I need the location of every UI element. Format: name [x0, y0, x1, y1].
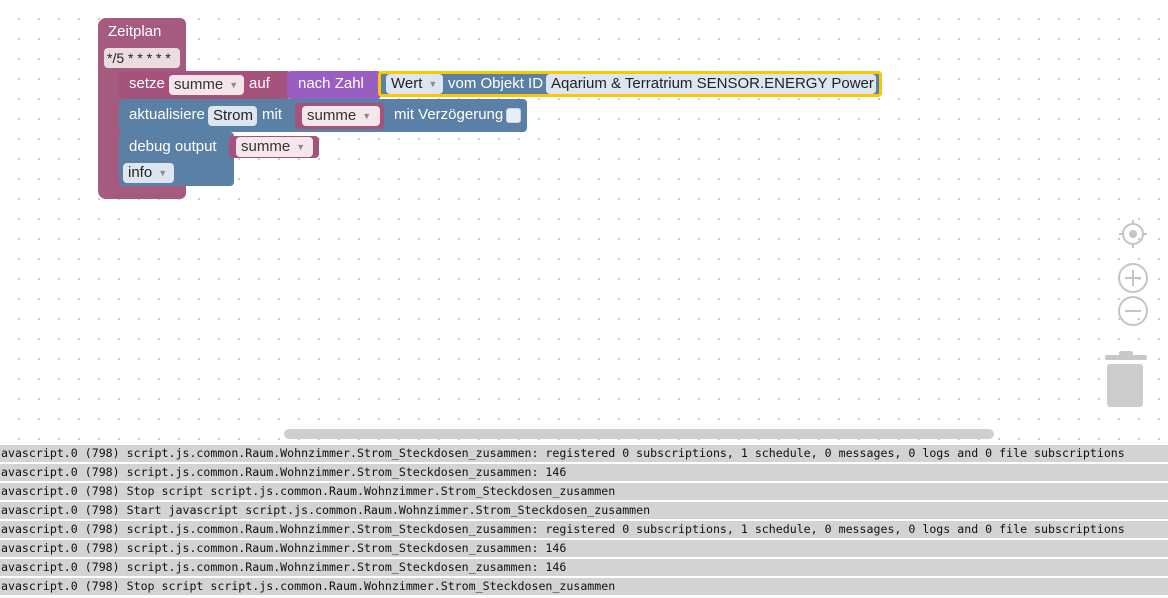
- update-variable-dropdown[interactable]: summe ▼: [302, 106, 380, 126]
- trash-icon[interactable]: [1103, 349, 1149, 409]
- log-message: javascript.0 (798) Start javascript scri…: [0, 503, 651, 517]
- log-row: javascript.0 (798) script.js.common.Raum…: [0, 559, 1168, 576]
- to-label: auf: [249, 75, 270, 92]
- chevron-down-icon: ▼: [362, 111, 372, 121]
- log-message: javascript.0 (798) script.js.common.Raum…: [0, 465, 567, 479]
- set-variable-dropdown[interactable]: summe ▼: [169, 75, 244, 95]
- log-row: javascript.0 (798) script.js.common.Raum…: [0, 445, 1168, 462]
- property-name: Wert: [391, 75, 423, 92]
- to-number-label: nach Zahl: [298, 75, 364, 92]
- log-row: javascript.0 (798) script.js.common.Raum…: [0, 464, 1168, 481]
- cron-expression-field[interactable]: */5 * * * * *: [104, 48, 180, 68]
- debug-variable-dropdown[interactable]: summe ▼: [236, 137, 313, 157]
- log-message: javascript.0 (798) script.js.common.Raum…: [0, 541, 567, 555]
- blockly-workspace[interactable]: Zeitplan */5 * * * * * setze summe ▼ auf …: [0, 0, 1168, 443]
- log-row: javascript.0 (798) Stop script script.js…: [0, 483, 1168, 500]
- with-label: mit: [262, 106, 282, 123]
- property-dropdown[interactable]: Wert ▼: [386, 74, 443, 94]
- chevron-down-icon: ▼: [296, 142, 306, 152]
- log-row: javascript.0 (798) Start javascript scri…: [0, 502, 1168, 519]
- chevron-down-icon: ▼: [428, 79, 438, 89]
- debug-label: debug output: [129, 138, 217, 155]
- set-variable-name: summe: [174, 76, 224, 93]
- delay-checkbox[interactable]: [506, 108, 521, 123]
- object-id-field[interactable]: Aqarium & Terratrium SENSOR.ENERGY Power: [546, 74, 876, 94]
- log-row: javascript.0 (798) script.js.common.Raum…: [0, 540, 1168, 557]
- log-message: javascript.0 (798) script.js.common.Raum…: [0, 560, 567, 574]
- crosshair-icon[interactable]: [1118, 219, 1148, 249]
- update-variable-name: summe: [307, 107, 357, 124]
- chevron-down-icon: ▼: [158, 168, 168, 178]
- from-object-label: vom Objekt ID: [448, 75, 544, 92]
- debug-variable-name: summe: [241, 138, 291, 155]
- zoom-out-icon[interactable]: [1117, 295, 1149, 327]
- update-target-field[interactable]: Strom: [208, 106, 257, 126]
- set-label: setze: [129, 75, 165, 92]
- log-row: javascript.0 (798) script.js.common.Raum…: [0, 521, 1168, 538]
- log-message: javascript.0 (798) script.js.common.Raum…: [0, 522, 1125, 536]
- log-message: javascript.0 (798) Stop script script.js…: [0, 579, 616, 593]
- horizontal-scrollbar[interactable]: [284, 429, 994, 439]
- zoom-in-icon[interactable]: [1117, 262, 1149, 294]
- log-message: javascript.0 (798) script.js.common.Raum…: [0, 446, 1125, 460]
- log-level-value: info: [128, 164, 153, 181]
- delay-label: mit Verzögerung: [394, 106, 504, 123]
- log-level-dropdown[interactable]: info ▼: [123, 163, 174, 183]
- chevron-down-icon: ▼: [229, 80, 239, 90]
- log-message: javascript.0 (798) Stop script script.js…: [0, 484, 616, 498]
- schedule-label: Zeitplan: [108, 23, 162, 40]
- log-row: javascript.0 (798) Stop script script.js…: [0, 578, 1168, 595]
- update-label: aktualisiere: [129, 106, 205, 123]
- log-panel: javascript.0 (798) script.js.common.Raum…: [0, 445, 1168, 598]
